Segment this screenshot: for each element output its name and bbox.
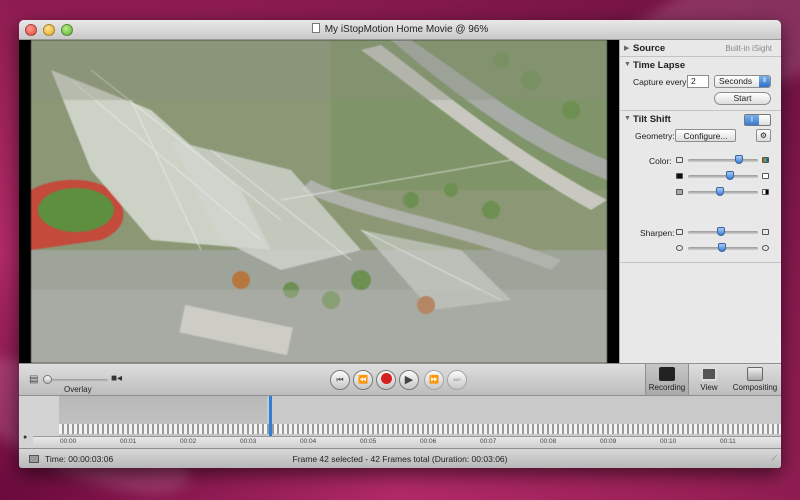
window-title: My iStopMotion Home Movie @ 96% [324,24,489,35]
tick-label: 00:11 [720,438,736,445]
rewind-start-button[interactable]: ⏮ [330,370,350,390]
start-button[interactable]: Start [714,92,771,105]
tick-label: 00:05 [360,438,377,445]
gear-menu-button[interactable]: ⚙ [756,129,771,142]
popup-arrows-icon: ⇕ [759,76,770,87]
disclosure-right-icon[interactable]: ▶ [624,44,629,52]
color-label: Color: [649,156,672,166]
overlay-slider-track[interactable] [46,379,108,382]
film-small-icon: ▤ [29,374,39,385]
configure-button[interactable]: Configure... [675,129,736,142]
status-bar: Time: 00:00:03:06 Frame 42 selected - 42… [19,448,781,468]
document-icon [311,23,320,33]
play-icon: ▶ [404,374,414,386]
tick-label: 00:04 [300,438,317,445]
tilt-shift-toggle[interactable]: I [744,114,771,126]
forward-end-icon: ⏭ [453,375,461,384]
tab-compositing-label: Compositing [732,383,778,392]
sharpen-high-icon [762,229,769,235]
zoom-button[interactable] [61,24,73,36]
main-window: My iStopMotion Home Movie @ 96% ▶ Source… [19,20,781,468]
tab-compositing[interactable]: Compositing [729,364,781,395]
video-viewer[interactable] [19,40,619,363]
toggle-on-indicator: I [745,115,759,125]
step-forward-button[interactable]: ⏩ [424,370,444,390]
color-low-icon [676,157,683,163]
tick-label: 00:06 [420,438,437,445]
close-button[interactable] [25,24,37,36]
sharpen-label: Sharpen: [640,228,675,238]
tick-label: 00:07 [480,438,497,445]
brightness-high-icon [762,173,769,179]
overlay-label: Overlay [64,385,92,394]
inspector-panel: ▶ Source Built-in iSight ▼ Time Lapse Ca… [619,40,781,363]
blur-high-icon [762,245,769,251]
contrast-low-icon [676,189,683,195]
tick-label: 00:03 [240,438,257,445]
resize-grip-icon[interactable]: ⟋ [771,449,777,468]
tick-label: 00:00 [60,438,77,445]
overlay-slider-knob[interactable] [43,375,52,384]
frame-cells [59,424,781,434]
step-back-button[interactable]: ⏪ [353,370,373,390]
timeline[interactable]: ● 00:00 00:01 00:02 00:03 00:04 00:05 00… [19,396,781,448]
tab-recording[interactable]: Recording [645,364,689,395]
tick-label: 00:08 [540,438,557,445]
blur-low-icon [676,245,683,251]
record-button[interactable] [376,370,396,390]
forward-end-button[interactable]: ⏭ [447,370,467,390]
capture-unit-value: Seconds [719,76,753,86]
sharpen-low-icon [676,229,683,235]
clapper-icon [659,367,675,381]
tick-label: 00:01 [120,438,137,445]
tick-label: 00:09 [600,438,617,445]
play-button[interactable]: ▶ [399,370,419,390]
gear-icon: ⚙ [759,131,768,140]
layers-icon [747,367,763,381]
color-high-icon [762,157,769,163]
camera-icon: ■◂ [111,373,123,384]
tilt-shift-section: ▼ Tilt Shift I Geometry: Configure... ⚙ … [620,111,781,263]
title-bar: My iStopMotion Home Movie @ 96% [19,20,781,40]
timeline-dot-icon: ● [23,434,28,441]
source-section[interactable]: ▶ Source Built-in iSight [620,40,781,57]
capture-every-label: Capture every: [633,77,689,87]
portrait-icon [701,367,717,381]
rewind-start-icon: ⏮ [336,375,344,384]
tab-view-label: View [700,383,718,392]
brightness-slider-track[interactable] [688,175,758,178]
disclosure-down-icon[interactable]: ▼ [624,61,631,68]
disclosure-down-icon[interactable]: ▼ [624,115,631,122]
step-back-icon: ⏪ [358,375,368,384]
tab-view[interactable]: View [691,364,727,395]
step-forward-icon: ⏩ [429,375,439,384]
frame-info: Frame 42 selected - 42 Frames total (Dur… [292,454,508,464]
tick-label: 00:10 [660,438,677,445]
geometry-label: Geometry: [635,131,675,141]
mode-tabs: Recording View Compositing [645,364,781,395]
source-value: Built-in iSight [725,44,772,53]
time-lapse-section: ▼ Time Lapse Capture every: 2 Seconds ⇕ S… [620,57,781,111]
tab-recording-label: Recording [648,383,686,392]
tilt-shift-label: Tilt Shift [633,114,671,125]
sharpen-slider-knob[interactable] [717,227,725,236]
record-icon [380,373,392,384]
timeline-ruler: 00:00 00:01 00:02 00:03 00:04 00:05 00:0… [33,436,781,448]
contrast-slider-knob[interactable] [716,187,724,196]
color-slider-knob[interactable] [735,155,743,164]
frame-strip[interactable] [59,396,781,442]
capture-unit-popup[interactable]: Seconds ⇕ [714,75,771,88]
contrast-high-icon [762,189,769,195]
tick-label: 00:02 [180,438,197,445]
brightness-slider-knob[interactable] [726,171,734,180]
preview-image [31,40,607,363]
blur-slider-knob[interactable] [718,243,726,252]
time-lapse-label: Time Lapse [633,60,686,71]
color-slider-track[interactable] [688,159,758,162]
capture-interval-field[interactable]: 2 [687,75,709,88]
source-label: Source [633,43,666,54]
minimize-button[interactable] [43,24,55,36]
brightness-low-icon [676,173,683,179]
transport-toolbar: ▤ ■◂ Overlay ⏮ ⏪ ▶ ⏩ ⏭ Recording View Co… [19,363,781,396]
